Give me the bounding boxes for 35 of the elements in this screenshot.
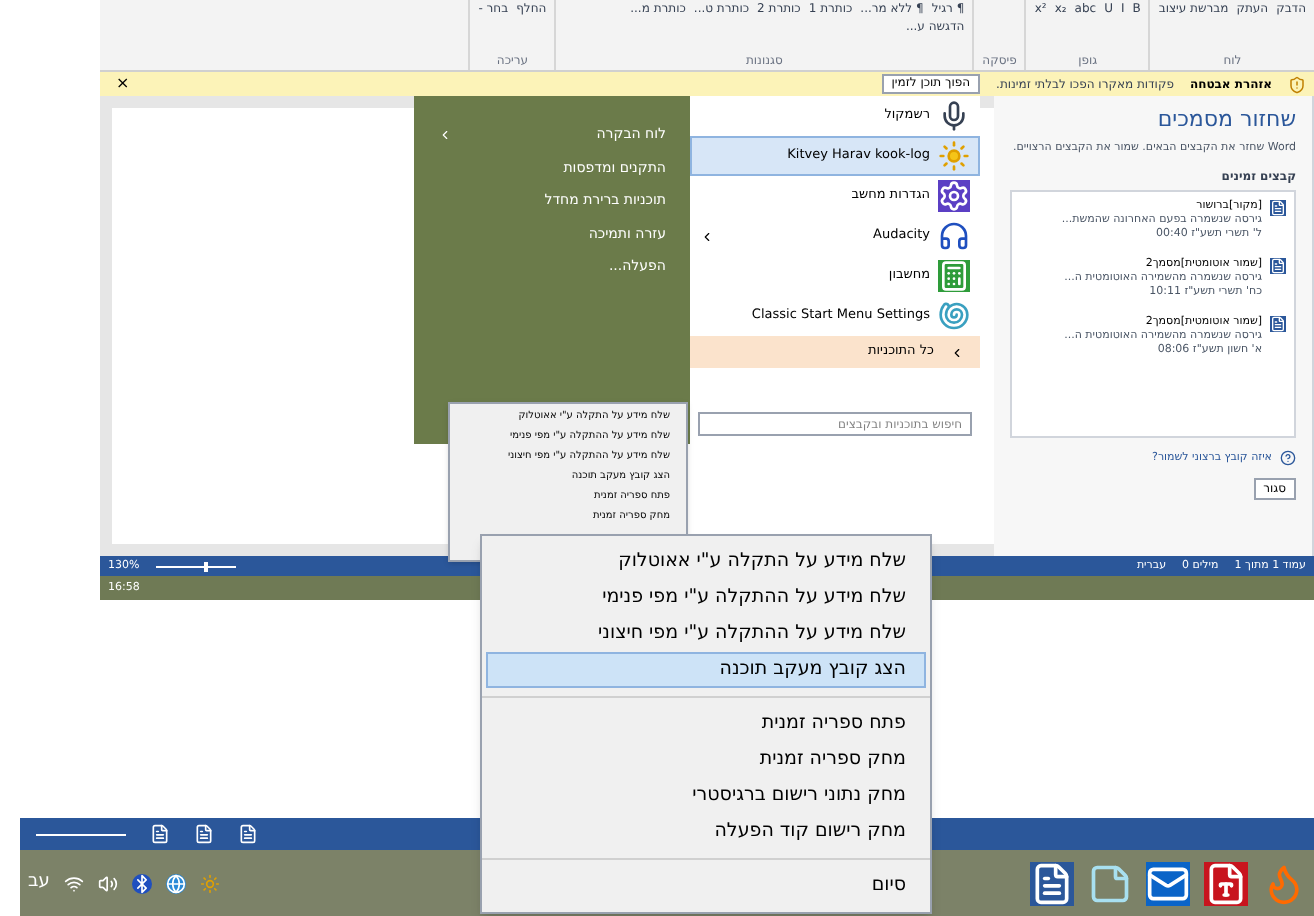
menu-item[interactable]: שלח מידע על ההתקלה ע"י מפי פנימי — [486, 580, 926, 616]
menu-item[interactable]: מחק רישום קוד הפעלה — [486, 814, 926, 850]
document-icon[interactable] — [1030, 861, 1074, 905]
menu-item[interactable]: פתח ספריה זמנית — [486, 706, 926, 742]
globe-icon[interactable] — [165, 873, 186, 893]
menu-item[interactable]: שלח מידע על התקלה ע"י אאוטלוק — [486, 544, 926, 580]
menu-item[interactable]: הצג קובץ מעקב תוכנה — [486, 652, 926, 688]
gear-icon — [938, 180, 970, 212]
notepad-icon[interactable] — [1088, 861, 1132, 905]
menu-item[interactable]: מחק ספריה זמנית — [486, 742, 926, 778]
pane-title: שחזור מסמכים — [1155, 104, 1296, 136]
shell-icon — [938, 300, 970, 332]
menu-item[interactable]: סיום — [486, 868, 926, 904]
menu-item[interactable]: מחק נתוני רישום ברגיסטרי — [486, 778, 926, 814]
microphone-icon — [938, 100, 970, 132]
sun-icon — [938, 140, 970, 172]
view-icon[interactable] — [194, 824, 214, 844]
bluetooth-icon[interactable] — [131, 873, 152, 893]
mail-icon[interactable] — [1146, 861, 1190, 905]
view-icon[interactable] — [150, 824, 170, 844]
close-button[interactable]: × — [108, 76, 138, 92]
menu-item[interactable]: שלח מידע על ההתקלה ע"י מפי חיצוני — [486, 616, 926, 652]
signal-icon[interactable] — [63, 873, 84, 893]
language-indicator[interactable]: עב — [28, 869, 50, 897]
document-icon[interactable] — [1204, 861, 1248, 905]
headphones-icon — [938, 220, 970, 252]
calculator-icon — [938, 260, 970, 292]
document-icon — [1270, 257, 1286, 273]
help-icon — [1280, 449, 1296, 466]
document-icon — [1270, 315, 1286, 331]
document-icon — [1270, 199, 1286, 215]
warning-icon — [1288, 75, 1306, 93]
zoom-thumb[interactable] — [203, 561, 208, 571]
view-icon[interactable] — [238, 824, 258, 844]
speaker-icon[interactable] — [97, 873, 118, 893]
